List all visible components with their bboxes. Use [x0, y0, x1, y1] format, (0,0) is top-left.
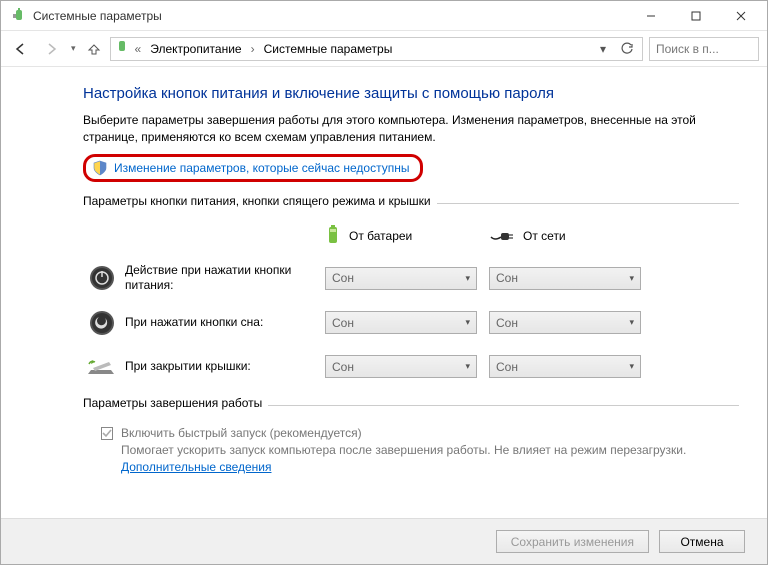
app-icon: [11, 8, 27, 24]
address-bar[interactable]: « Электропитание › Системные параметры ▾: [110, 37, 643, 61]
save-button[interactable]: Сохранить изменения: [496, 530, 649, 553]
column-headers: От батареи От сети: [325, 224, 739, 249]
close-button[interactable]: [718, 2, 763, 30]
row-sleep-button: При нажатии кнопки сна: Сон▾ Сон▾: [83, 308, 739, 338]
row-label: При нажатии кнопки сна:: [125, 315, 325, 331]
plugged-label: От сети: [523, 229, 566, 243]
refresh-button[interactable]: [616, 38, 638, 60]
more-info-link[interactable]: Дополнительные сведения: [121, 460, 271, 474]
row-label: При закрытии крышки:: [125, 359, 325, 375]
minimize-button[interactable]: [628, 2, 673, 30]
history-dropdown[interactable]: ▾: [69, 43, 78, 54]
row-label: Действие при нажатии кнопки питания:: [125, 263, 325, 294]
breadcrumb-item[interactable]: Системные параметры: [261, 40, 396, 58]
page-description: Выберите параметры завершения работы для…: [83, 112, 739, 146]
breadcrumb-item[interactable]: Электропитание: [147, 40, 244, 58]
page-title: Настройка кнопок питания и включение защ…: [83, 85, 739, 102]
search-input[interactable]: Поиск в п...: [649, 37, 759, 61]
chevron-down-icon: ▾: [629, 317, 634, 328]
group-power-buttons: Параметры кнопки питания, кнопки спящего…: [83, 194, 739, 214]
chevron-down-icon: ▾: [465, 273, 470, 284]
change-unavailable-link[interactable]: Изменение параметров, которые сейчас нед…: [114, 161, 410, 175]
group-label: Параметры завершения работы: [83, 396, 262, 410]
chevron-icon: «: [135, 42, 142, 56]
window-title: Системные параметры: [33, 9, 628, 23]
chevron-down-icon: ▾: [629, 361, 634, 372]
fast-startup-row: Включить быстрый запуск (рекомендуется) …: [101, 426, 739, 476]
plug-icon: [489, 227, 515, 246]
power-battery-combo[interactable]: Сон▾: [325, 267, 477, 290]
change-settings-highlight: Изменение параметров, которые сейчас нед…: [83, 154, 423, 182]
chevron-down-icon: ▾: [629, 273, 634, 284]
group-label: Параметры кнопки питания, кнопки спящего…: [83, 194, 431, 208]
group-shutdown: Параметры завершения работы: [83, 396, 739, 416]
window: Системные параметры ▾ « Электропитание ›…: [0, 0, 768, 565]
search-placeholder: Поиск в п...: [656, 42, 719, 56]
address-dropdown[interactable]: ▾: [592, 38, 614, 60]
fast-startup-desc: Помогает ускорить запуск компьютера посл…: [121, 442, 739, 476]
up-button[interactable]: [84, 39, 104, 59]
titlebar: Системные параметры: [1, 1, 767, 31]
row-power-button: Действие при нажатии кнопки питания: Сон…: [83, 263, 739, 294]
battery-icon: [325, 224, 341, 249]
fast-startup-label: Включить быстрый запуск (рекомендуется): [121, 426, 739, 440]
sleep-plugged-combo[interactable]: Сон▾: [489, 311, 641, 334]
laptop-lid-icon: [87, 352, 117, 382]
shield-icon: [92, 160, 108, 176]
navbar: ▾ « Электропитание › Системные параметры…: [1, 31, 767, 67]
lid-plugged-combo[interactable]: Сон▾: [489, 355, 641, 378]
chevron-down-icon: ▾: [465, 317, 470, 328]
power-plugged-combo[interactable]: Сон▾: [489, 267, 641, 290]
chevron-right-icon: ›: [251, 42, 255, 56]
lid-battery-combo[interactable]: Сон▾: [325, 355, 477, 378]
maximize-button[interactable]: [673, 2, 718, 30]
battery-label: От батареи: [349, 229, 412, 243]
row-lid-close: При закрытии крышки: Сон▾ Сон▾: [83, 352, 739, 382]
chevron-down-icon: ▾: [465, 361, 470, 372]
power-button-icon: [87, 263, 117, 293]
back-button[interactable]: [9, 37, 33, 61]
content-area: Настройка кнопок питания и включение защ…: [1, 67, 767, 518]
fast-startup-checkbox[interactable]: [101, 427, 113, 440]
footer: Сохранить изменения Отмена: [1, 518, 767, 564]
sleep-battery-combo[interactable]: Сон▾: [325, 311, 477, 334]
cancel-button[interactable]: Отмена: [659, 530, 745, 553]
sleep-button-icon: [87, 308, 117, 338]
control-panel-icon: [115, 40, 129, 57]
forward-button[interactable]: [39, 37, 63, 61]
